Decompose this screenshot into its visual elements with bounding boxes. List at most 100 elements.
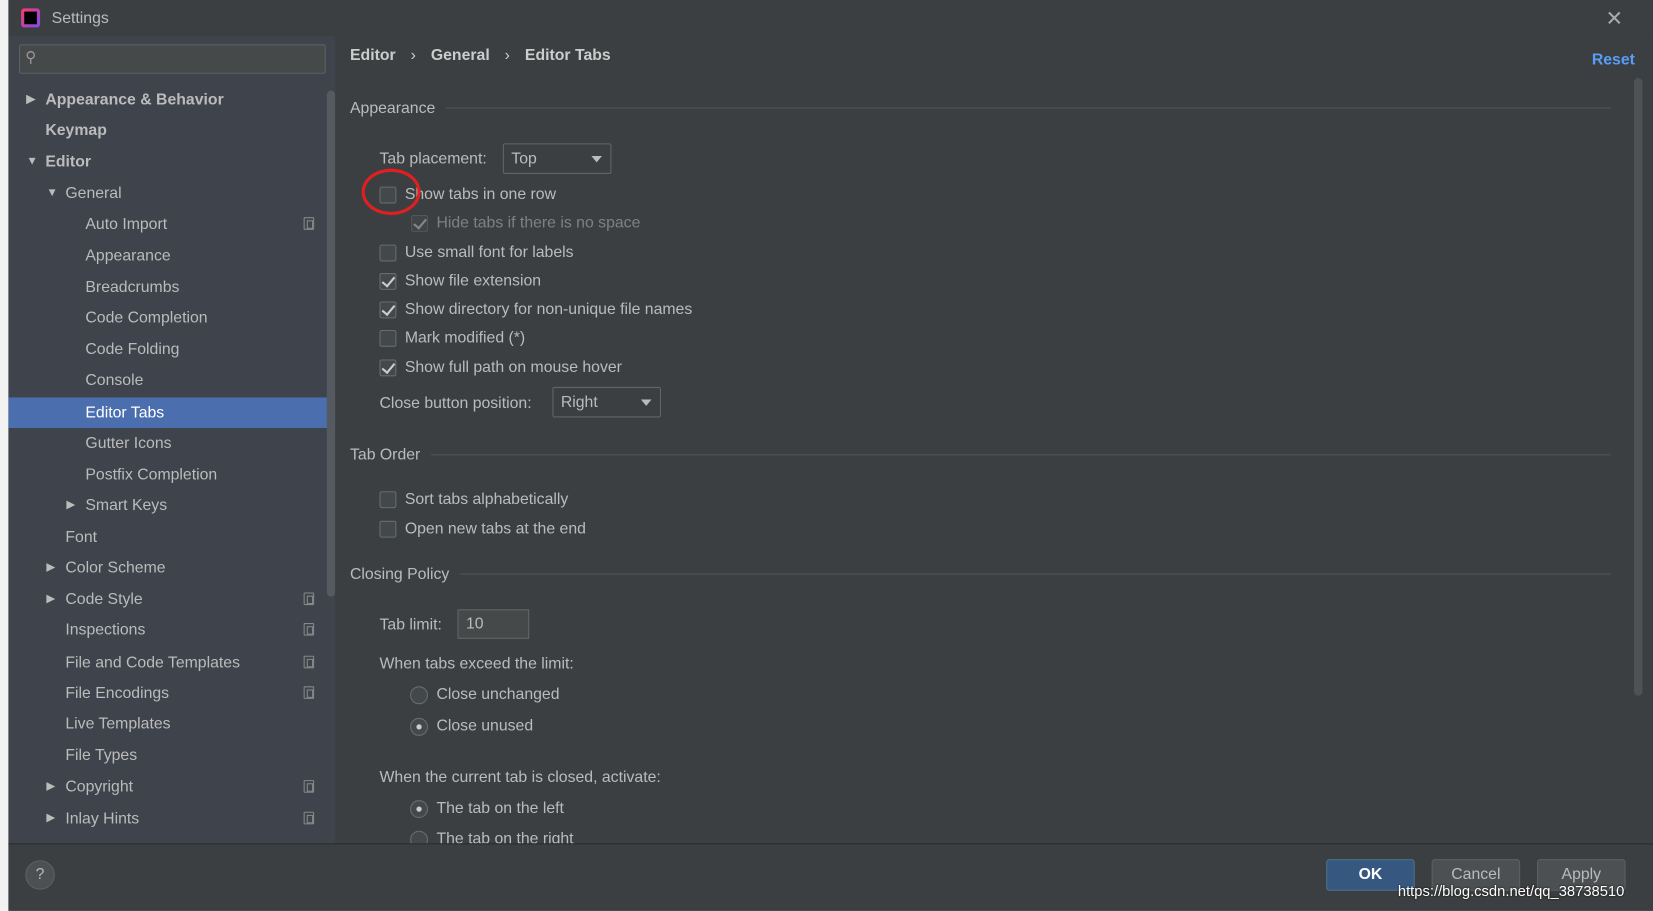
sidebar-scrollbar[interactable]	[326, 90, 336, 597]
checkbox-label[interactable]: Show directory for non-unique file names	[405, 300, 692, 318]
sidebar-item-label: Auto Import	[85, 215, 168, 233]
search-input[interactable]: ⚲	[18, 44, 326, 74]
collapsed-arrow-icon[interactable]: ▶	[66, 490, 75, 521]
sidebar-item-label: File Encodings	[65, 684, 170, 703]
checkbox[interactable]	[379, 244, 397, 262]
sidebar-item-console[interactable]: Console	[8, 365, 335, 396]
collapsed-arrow-icon[interactable]: ▶	[46, 772, 55, 803]
project-scope-icon	[303, 217, 315, 230]
sidebar-item-label: Smart Keys	[85, 496, 168, 515]
checkbox[interactable]	[379, 359, 397, 377]
sidebar-item-code-style[interactable]: ▶ Code Style	[8, 584, 335, 615]
close-icon[interactable]: ✕	[1606, 5, 1624, 31]
sidebar-item-color-scheme[interactable]: ▶ Color Scheme	[8, 552, 335, 583]
settings-sidebar: ⚲ ▶ Appearance & Behavior Keymap ▼ Editor ▼ Ge…	[8, 35, 336, 844]
breadcrumb-item[interactable]: General	[431, 46, 490, 64]
sidebar-item-code-completion[interactable]: Code Completion	[8, 303, 335, 334]
radio-button[interactable]	[410, 686, 429, 705]
sidebar-item-inspections[interactable]: Inspections	[8, 615, 335, 646]
breadcrumb-item[interactable]: Editor	[350, 46, 396, 64]
tab-limit-input[interactable]: 10	[457, 609, 530, 639]
sidebar-item-postfix-completion[interactable]: Postfix Completion	[8, 460, 335, 491]
checkbox[interactable]	[379, 329, 397, 347]
sidebar-item-inlay-hints[interactable]: ▶ Inlay Hints	[8, 803, 335, 834]
main-scrollbar[interactable]	[1634, 78, 1643, 696]
radio-label[interactable]: Close unused	[436, 717, 533, 735]
sidebar-item-label: Inspections	[65, 620, 146, 639]
collapsed-arrow-icon[interactable]: ▶	[46, 584, 55, 615]
tab-placement-select[interactable]: Top	[502, 143, 612, 174]
sidebar-item-label: Appearance	[85, 246, 171, 265]
sidebar-item-keymap[interactable]: Keymap	[8, 115, 335, 146]
sidebar-item-file-and-code-templates[interactable]: File and Code Templates	[8, 647, 335, 678]
collapsed-arrow-icon[interactable]: ▶	[46, 803, 55, 834]
sidebar-item-label: Live Templates	[65, 714, 171, 733]
sidebar-item-auto-import[interactable]: Auto Import	[8, 209, 335, 240]
sidebar-item-label: Copyright	[65, 777, 134, 796]
sidebar-item-live-templates[interactable]: Live Templates	[8, 708, 335, 739]
sidebar-item-copyright[interactable]: ▶ Copyright	[8, 772, 335, 803]
close-button-position-label: Close button position:	[379, 394, 532, 413]
sidebar-item-label: Editor Tabs	[85, 403, 165, 422]
title-bar: Settings ✕	[8, 0, 1653, 36]
sidebar-item-editor-tabs[interactable]: Editor Tabs	[8, 397, 336, 429]
checkbox-label[interactable]: Show file extension	[405, 272, 541, 290]
collapsed-arrow-icon[interactable]: ▶	[46, 552, 55, 583]
sidebar-item-label: Code Style	[65, 590, 143, 609]
checkbox[interactable]	[379, 301, 397, 319]
checkbox-label[interactable]: Mark modified (*)	[405, 329, 525, 347]
project-scope-icon	[303, 592, 315, 606]
radio-label[interactable]: The tab on the left	[436, 799, 563, 817]
sidebar-item-label: Console	[85, 371, 144, 389]
checkbox-label[interactable]: Open new tabs at the end	[405, 520, 586, 538]
checkbox-label[interactable]: Show full path on mouse hover	[405, 358, 622, 376]
sidebar-item-smart-keys[interactable]: ▶ Smart Keys	[8, 490, 335, 521]
checkbox-label[interactable]: Sort tabs alphabetically	[405, 490, 568, 508]
checkbox-label[interactable]: Show tabs in one row	[405, 186, 556, 204]
sidebar-item-code-folding[interactable]: Code Folding	[8, 334, 335, 365]
sidebar-item-label: Breadcrumbs	[85, 278, 180, 297]
expanded-arrow-icon[interactable]: ▼	[26, 147, 37, 178]
reset-link[interactable]: Reset	[1592, 51, 1635, 69]
sidebar-item-label: File Types	[65, 746, 138, 765]
checkbox-label[interactable]: Hide tabs if there is no space	[436, 214, 640, 232]
sidebar-item-label: Editor	[45, 152, 92, 171]
sidebar-item-label: Color Scheme	[65, 558, 166, 577]
sidebar-item-file-types[interactable]: File Types	[8, 740, 335, 771]
appearance-section-title: Appearance	[350, 99, 1611, 117]
sidebar-item-label: Keymap	[45, 121, 107, 140]
project-scope-icon	[303, 780, 315, 793]
dialog-footer: ? OK Cancel Apply https://blog.csdn.net/…	[8, 843, 1653, 911]
sidebar-item-appearance-behavior[interactable]: ▶ Appearance & Behavior	[8, 84, 335, 115]
sidebar-item-general[interactable]: ▼ General	[8, 178, 335, 209]
sidebar-item-gutter-icons[interactable]: Gutter Icons	[8, 428, 335, 459]
checkbox[interactable]	[379, 491, 397, 509]
sidebar-item-editor[interactable]: ▼ Editor	[8, 147, 335, 178]
sidebar-item-label: Inlay Hints	[65, 809, 140, 828]
project-scope-icon	[303, 655, 315, 669]
radio-label[interactable]: Close unchanged	[436, 685, 559, 703]
radio-button[interactable]	[410, 800, 429, 819]
sidebar-item-file-encodings[interactable]: File Encodings	[8, 678, 335, 709]
tab-placement-label: Tab placement:	[379, 149, 487, 168]
radio-button[interactable]	[410, 717, 429, 736]
project-scope-icon	[303, 811, 315, 825]
red-circle-annotation	[361, 168, 421, 216]
collapsed-arrow-icon[interactable]: ▶	[26, 84, 35, 115]
window-title: Settings	[51, 9, 109, 28]
sidebar-item-breadcrumbs[interactable]: Breadcrumbs	[8, 272, 335, 303]
close-button-position-select[interactable]: Right	[552, 386, 661, 418]
sidebar-item-label: Font	[65, 528, 98, 547]
chevron-down-icon	[640, 399, 652, 406]
checkbox[interactable]	[379, 273, 397, 290]
sidebar-item-font[interactable]: Font	[8, 522, 335, 553]
sidebar-item-label: General	[65, 184, 122, 203]
breadcrumb: Editor › General › Editor Tabs	[349, 46, 611, 65]
tab-order-section-title: Tab Order	[350, 446, 1611, 464]
checkbox[interactable]	[379, 520, 397, 538]
checkbox[interactable]	[411, 215, 429, 232]
expanded-arrow-icon[interactable]: ▼	[46, 178, 57, 209]
help-button[interactable]: ?	[25, 860, 55, 890]
sidebar-item-appearance[interactable]: Appearance	[8, 240, 335, 271]
checkbox-label[interactable]: Use small font for labels	[405, 244, 574, 262]
